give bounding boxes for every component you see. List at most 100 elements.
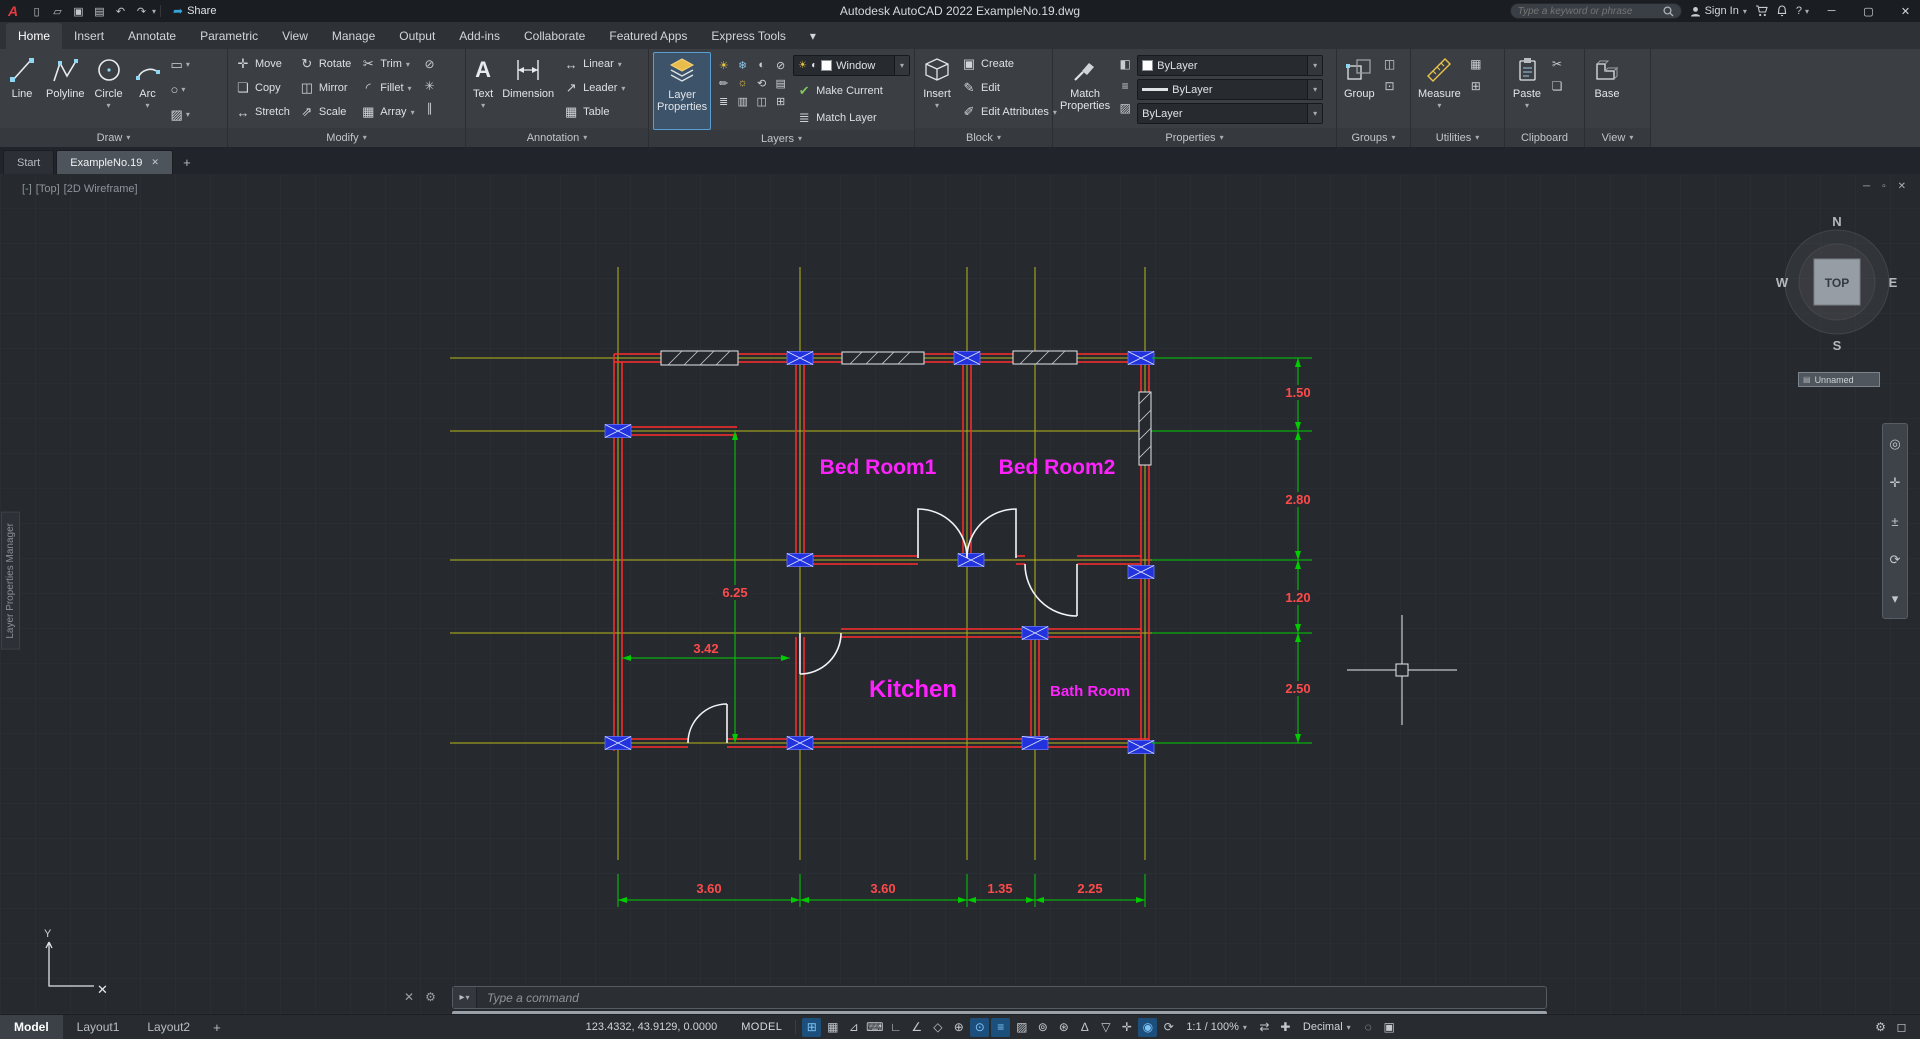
- linear-dropdown-icon[interactable]: ▾: [618, 60, 622, 69]
- panel-label-view[interactable]: View ▾: [1585, 128, 1650, 147]
- isometric-drafting-toggle[interactable]: ◇: [928, 1018, 947, 1037]
- line-button[interactable]: Line: [4, 52, 40, 128]
- file-tab-drawing[interactable]: ExampleNo.19 ✕: [56, 150, 173, 174]
- cut-icon[interactable]: ✂: [1548, 55, 1566, 73]
- dimension-text-bottom-2[interactable]: 3.60: [870, 881, 895, 896]
- gizmo-toggle[interactable]: ✛: [1117, 1018, 1136, 1037]
- room-label-bedroom1[interactable]: Bed Room1: [820, 456, 937, 479]
- ribbon-tab-express-tools[interactable]: Express Tools: [699, 23, 797, 49]
- layer-viewport-icon[interactable]: ▥: [737, 95, 747, 108]
- circle-dropdown-icon[interactable]: ▾: [107, 100, 111, 112]
- quick-calculator-icon[interactable]: ⊞: [1467, 77, 1485, 95]
- command-options-button[interactable]: ▸ ▾: [453, 987, 477, 1008]
- arc-button[interactable]: Arc ▾: [130, 52, 166, 128]
- array-dropdown-icon[interactable]: ▾: [411, 108, 415, 117]
- ellipse-button[interactable]: ○ ▾: [169, 77, 192, 102]
- dimension-button[interactable]: Dimension: [499, 52, 557, 128]
- make-current-button[interactable]: ✔ Make Current: [793, 79, 910, 103]
- viewcube-top-label[interactable]: TOP: [1825, 276, 1849, 290]
- polyline-button[interactable]: Polyline: [43, 52, 88, 128]
- table-button[interactable]: ▦ Table: [560, 100, 628, 124]
- ribbon-tab-collaborate[interactable]: Collaborate: [512, 23, 597, 49]
- properties-transparency-icon[interactable]: ▨: [1116, 99, 1134, 117]
- measure-button[interactable]: Measure ▾: [1415, 52, 1464, 128]
- insert-button[interactable]: Insert ▾: [919, 52, 955, 128]
- navbar-more-icon[interactable]: ▾: [1892, 591, 1899, 607]
- new-drawing-tab-button[interactable]: +: [175, 150, 199, 174]
- fillet-button[interactable]: ◜ Fillet ▾: [357, 76, 417, 100]
- undo-icon[interactable]: ↶: [110, 5, 131, 18]
- pan-icon[interactable]: ✛: [1890, 475, 1901, 491]
- view-panel-expand-icon[interactable]: ▾: [1629, 133, 1633, 142]
- match-properties-button[interactable]: Match Properties: [1057, 52, 1113, 128]
- maximize-button[interactable]: ▢: [1854, 0, 1883, 22]
- leader-dropdown-icon[interactable]: ▾: [621, 84, 625, 93]
- measure-dropdown-icon[interactable]: ▾: [1437, 100, 1441, 112]
- match-layer-button[interactable]: ≣ Match Layer: [793, 106, 910, 130]
- dimension-text-right-1[interactable]: 1.50: [1285, 385, 1310, 400]
- dynamic-input-toggle[interactable]: ⌨: [865, 1018, 884, 1037]
- ribbon-tab-output[interactable]: Output: [387, 23, 447, 49]
- text-button[interactable]: A Text ▾: [470, 52, 496, 128]
- viewport-restore-icon[interactable]: ▫: [1882, 181, 1886, 192]
- room-label-bedroom2[interactable]: Bed Room2: [999, 456, 1116, 479]
- layer-previous-icon[interactable]: ⟲: [757, 77, 766, 90]
- base-button[interactable]: Base: [1589, 52, 1625, 128]
- panel-label-modify[interactable]: Modify ▾: [228, 128, 465, 147]
- layer-isolate-icon[interactable]: ◐: [758, 59, 765, 71]
- insert-dropdown-icon[interactable]: ▾: [935, 100, 939, 112]
- properties-lineweight-icon[interactable]: ≡: [1116, 77, 1134, 95]
- help-button[interactable]: ? ▾: [1796, 5, 1809, 17]
- isolate-objects-toggle[interactable]: ◌: [1359, 1018, 1378, 1037]
- dimension-text-right-2[interactable]: 2.80: [1285, 492, 1310, 507]
- panel-label-layers[interactable]: Layers ▾: [649, 130, 914, 147]
- paste-dropdown-icon[interactable]: ▾: [1525, 100, 1529, 112]
- ribbon-tab-annotate[interactable]: Annotate: [116, 23, 188, 49]
- leader-button[interactable]: ↗ Leader ▾: [560, 76, 628, 100]
- new-layout-button[interactable]: +: [204, 1020, 230, 1035]
- share-button[interactable]: ➦ Share: [173, 4, 216, 18]
- dynamic-ucs-toggle[interactable]: ∆: [1075, 1018, 1094, 1037]
- edit-block-button[interactable]: ✎ Edit: [958, 76, 1060, 100]
- room-label-kitchen[interactable]: Kitchen: [869, 676, 957, 703]
- layer-walk-icon[interactable]: ▤: [775, 77, 785, 90]
- panel-label-annotation[interactable]: Annotation ▾: [466, 128, 648, 147]
- erase-icon[interactable]: ⊘: [421, 55, 439, 73]
- orbit-icon[interactable]: ⟳: [1890, 552, 1901, 568]
- ribbon-tab-view[interactable]: View: [270, 23, 320, 49]
- annotation-visibility-toggle[interactable]: ◉: [1138, 1017, 1158, 1037]
- layers-panel-expand-icon[interactable]: ▾: [798, 134, 802, 143]
- utilities-panel-expand-icon[interactable]: ▾: [1475, 133, 1479, 142]
- ribbon-tab-home[interactable]: Home: [6, 23, 63, 49]
- file-tab-start[interactable]: Start: [3, 150, 55, 174]
- grid-display-toggle[interactable]: ⊞: [802, 1017, 822, 1037]
- notification-bell-icon[interactable]: [1776, 5, 1788, 17]
- redo-icon[interactable]: ↷: [131, 5, 152, 18]
- groups-panel-expand-icon[interactable]: ▾: [1392, 133, 1396, 142]
- ribbon-tab-addins[interactable]: Add-ins: [447, 23, 512, 49]
- layer-delete-icon[interactable]: ⊞: [776, 95, 785, 108]
- annotation-panel-expand-icon[interactable]: ▾: [583, 133, 587, 142]
- open-file-icon[interactable]: ▱: [47, 5, 68, 18]
- layer-match-icon[interactable]: ≣: [719, 95, 728, 108]
- layer-on-icon[interactable]: ☀: [719, 59, 729, 72]
- object-color-dropdown[interactable]: ByLayer ▾: [1137, 55, 1324, 76]
- plot-icon[interactable]: ▤: [89, 5, 110, 18]
- layer-edit-icon[interactable]: ✏: [719, 77, 728, 90]
- layer-dropdown-arrow-icon[interactable]: ▾: [894, 56, 909, 75]
- sign-in-button[interactable]: Sign In ▾: [1690, 5, 1747, 17]
- arc-dropdown-icon[interactable]: ▾: [146, 100, 150, 112]
- dimension-text-inner-horizontal[interactable]: 3.42: [693, 641, 718, 656]
- viewport-view-control[interactable]: [Top]: [36, 183, 60, 195]
- ribbon-options-dropdown-icon[interactable]: ▾: [798, 23, 828, 49]
- layout-tab-model[interactable]: Model: [0, 1015, 63, 1039]
- full-navigation-wheel-icon[interactable]: ◎: [1889, 436, 1900, 452]
- viewport-menu-control[interactable]: [-]: [22, 183, 32, 195]
- zoom-icon[interactable]: ±: [1891, 514, 1898, 529]
- viewport-minimize-icon[interactable]: ─: [1863, 181, 1870, 192]
- panel-label-properties[interactable]: Properties ▾: [1053, 128, 1336, 147]
- lineweight-toggle[interactable]: ≡: [991, 1017, 1011, 1037]
- viewcube-south-label[interactable]: S: [1833, 338, 1842, 353]
- array-button[interactable]: ▦ Array ▾: [357, 100, 417, 124]
- move-button[interactable]: ✛ Move: [232, 52, 293, 76]
